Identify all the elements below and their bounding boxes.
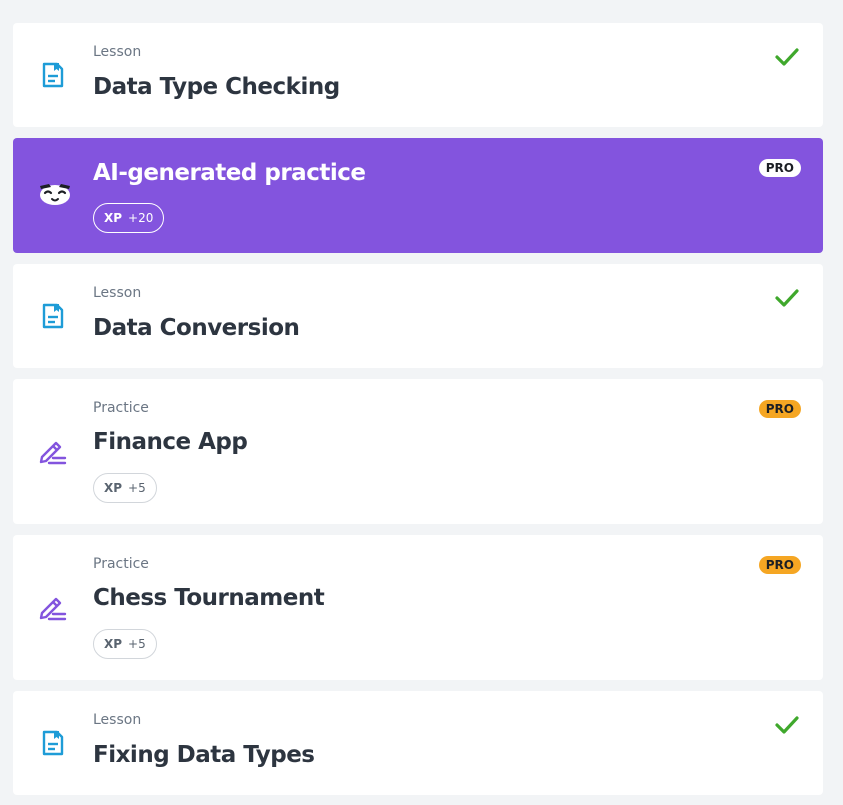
item-title: Finance App xyxy=(93,429,248,455)
item-title: AI-generated practice xyxy=(93,160,366,186)
practice-card-chess-tournament[interactable]: Practice Chess Tournament XP +5 PRO xyxy=(13,535,823,680)
check-icon xyxy=(773,43,801,71)
practice-card-finance-app[interactable]: Practice Finance App XP +5 PRO xyxy=(13,379,823,524)
item-type-label: Lesson xyxy=(93,44,142,60)
ai-practice-card[interactable]: AI-generated practice XP +20 PRO xyxy=(13,138,823,253)
xp-pill: XP +5 xyxy=(93,473,157,503)
top-strip xyxy=(0,0,843,8)
item-title: Data Conversion xyxy=(93,315,300,341)
xp-pill: XP +20 xyxy=(93,203,165,233)
lesson-card-data-conversion[interactable]: Lesson Data Conversion xyxy=(13,264,823,368)
xp-amount: +5 xyxy=(128,637,146,651)
item-title: Chess Tournament xyxy=(93,585,325,611)
item-type-label: Lesson xyxy=(93,285,142,301)
mascot-icon xyxy=(37,178,73,210)
xp-amount: +20 xyxy=(128,211,154,225)
item-title: Fixing Data Types xyxy=(93,742,315,768)
item-type-label: Lesson xyxy=(93,712,142,728)
xp-label: XP xyxy=(104,211,123,225)
xp-label: XP xyxy=(104,637,123,651)
item-type-label: Practice xyxy=(93,556,149,572)
document-icon xyxy=(37,727,69,759)
item-title: Data Type Checking xyxy=(93,74,340,100)
document-icon xyxy=(37,300,69,332)
lesson-card-fixing-data-types[interactable]: Lesson Fixing Data Types xyxy=(13,691,823,795)
pro-badge: PRO xyxy=(758,556,801,574)
xp-pill: XP +5 xyxy=(93,629,157,659)
document-icon xyxy=(37,59,69,91)
item-type-label: Practice xyxy=(93,400,149,416)
pro-badge: PRO xyxy=(758,400,801,418)
pro-badge: PRO xyxy=(758,159,801,177)
lesson-card-data-type-checking[interactable]: Lesson Data Type Checking xyxy=(13,23,823,127)
xp-amount: +5 xyxy=(128,481,146,495)
pencil-icon xyxy=(37,435,69,467)
check-icon xyxy=(773,711,801,739)
check-icon xyxy=(773,284,801,312)
pencil-icon xyxy=(37,591,69,623)
xp-label: XP xyxy=(104,481,123,495)
